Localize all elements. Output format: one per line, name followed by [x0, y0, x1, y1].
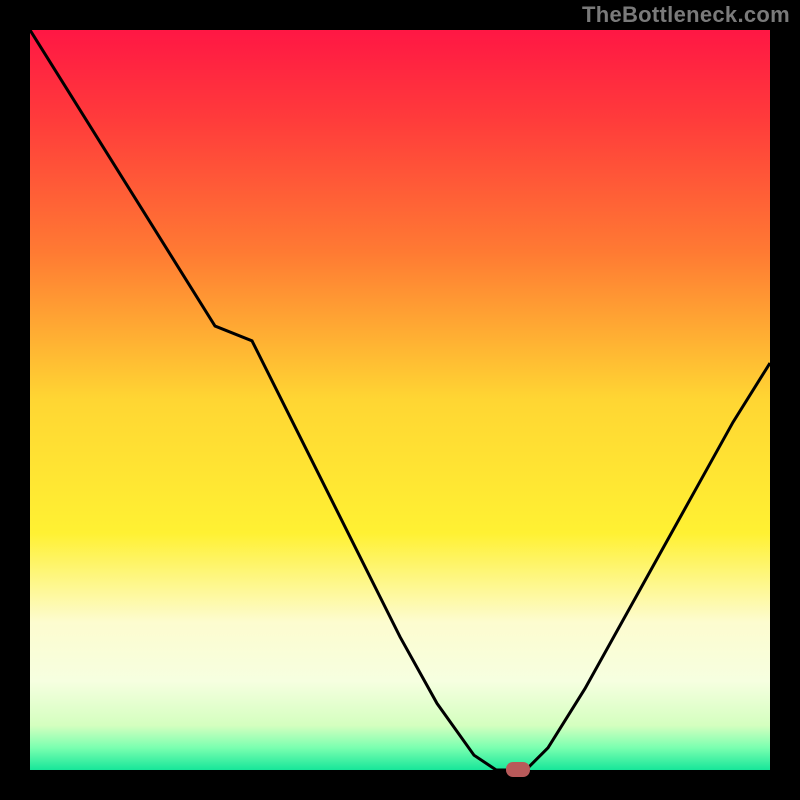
chart-frame: TheBottleneck.com	[0, 0, 800, 800]
bottleneck-plot	[30, 30, 770, 770]
watermark-text: TheBottleneck.com	[582, 2, 790, 28]
gradient-background	[30, 30, 770, 770]
optimum-marker	[506, 762, 530, 777]
